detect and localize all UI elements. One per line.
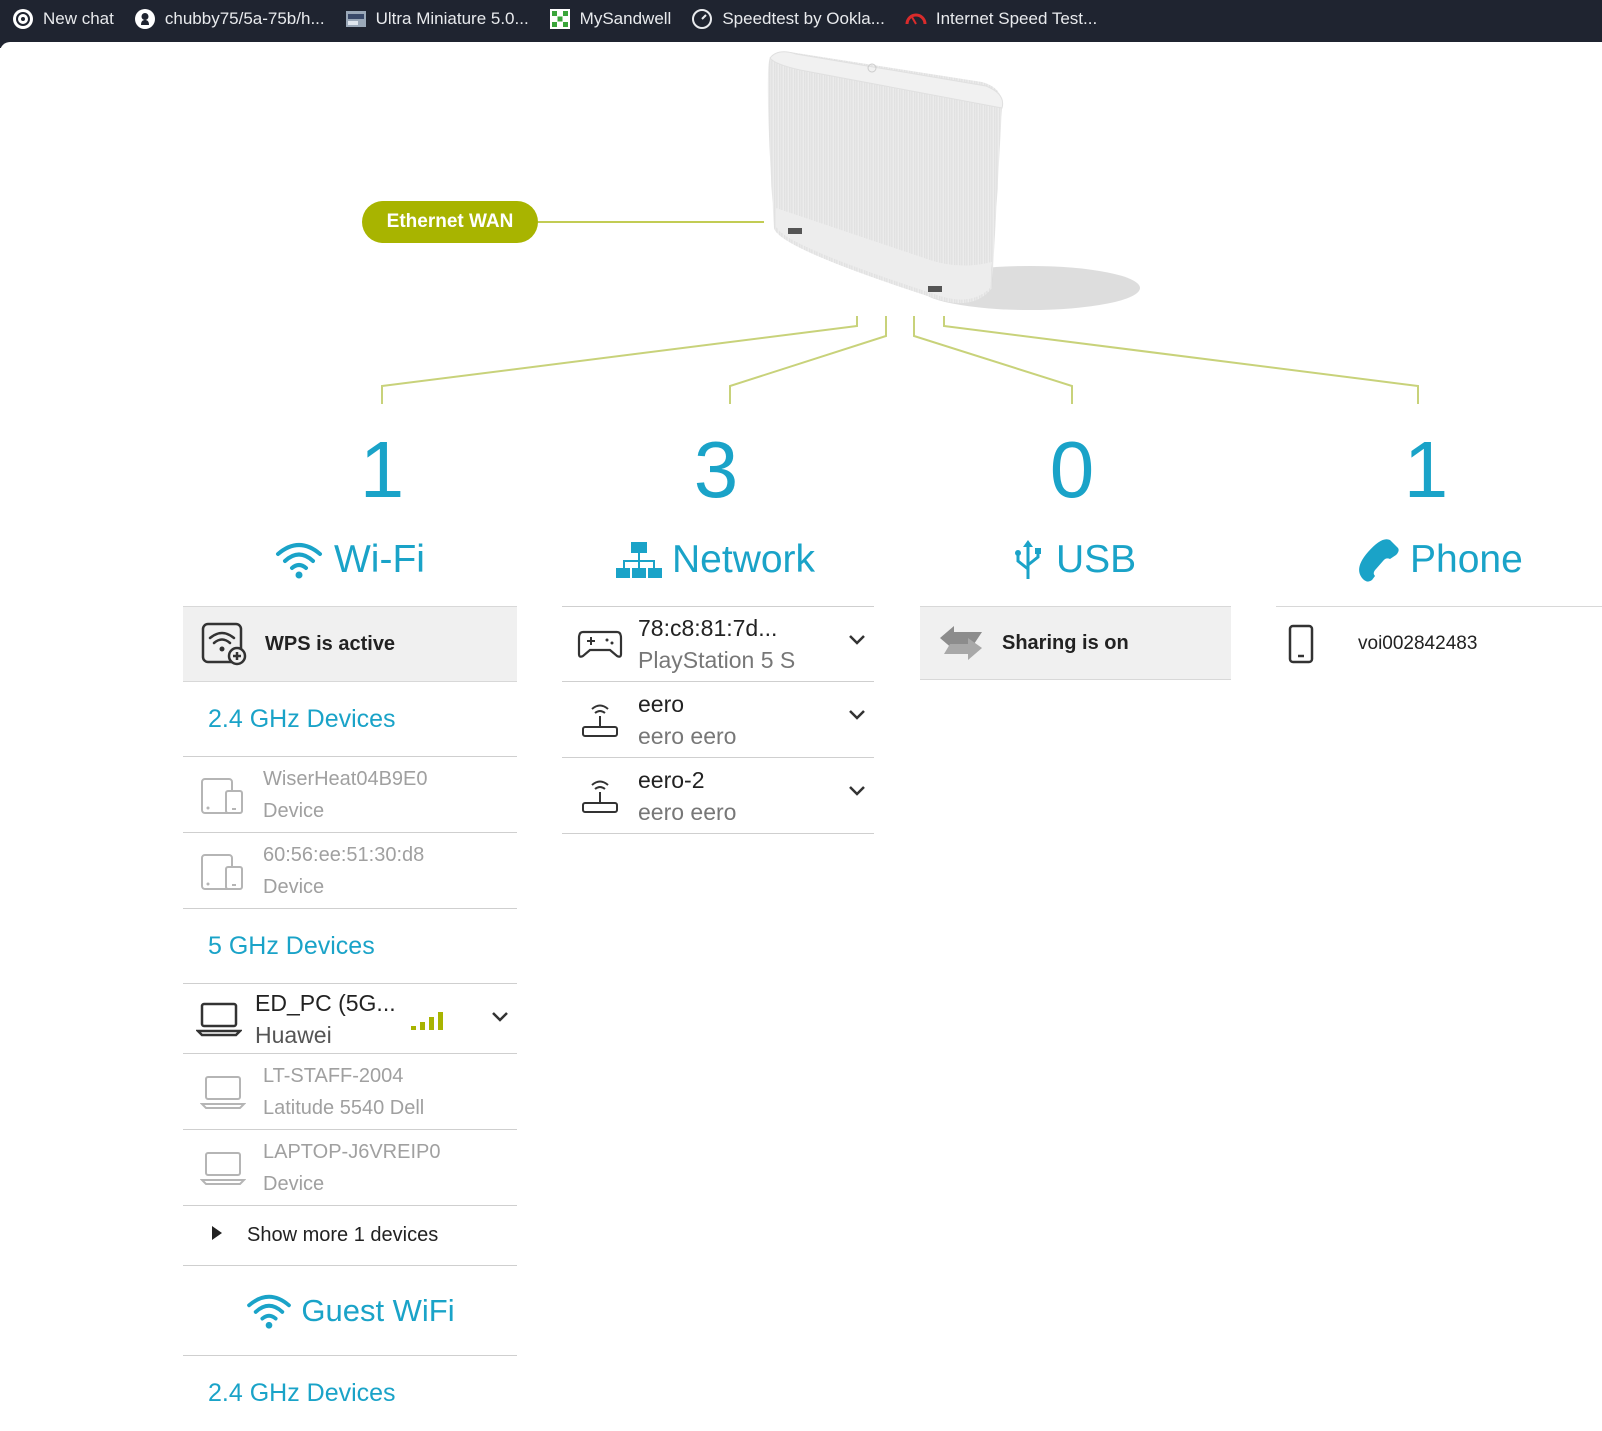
phone-icon: [1359, 539, 1399, 582]
signal-strength-icon: [411, 1010, 447, 1035]
router-icon: [562, 701, 638, 739]
device-type: eero eero: [638, 722, 737, 749]
wifi-icon: [276, 543, 322, 579]
router-image: [760, 48, 1150, 318]
bookmark-label: New chat: [43, 9, 114, 28]
guest-wifi-label: Guest WiFi: [301, 1292, 455, 1328]
wifi-icon: [247, 1294, 292, 1329]
bookmark-new-chat[interactable]: New chat: [12, 8, 114, 30]
triangle-right-icon: [211, 1224, 223, 1247]
usb-count: 0: [1049, 425, 1095, 514]
usb-column: Sharing is on: [920, 606, 1231, 680]
list-item[interactable]: voi002842483: [1276, 606, 1602, 680]
bookmark-label: MySandwell: [579, 9, 672, 28]
sharing-arrows-icon: [920, 624, 1002, 662]
openai-icon: [12, 8, 34, 30]
device-name: eero: [638, 690, 685, 717]
band-5-title: 5 GHz Devices: [183, 909, 517, 984]
usb-sharing-banner[interactable]: Sharing is on: [920, 606, 1231, 680]
device-type: Device: [263, 1172, 325, 1195]
mysandwell-icon: [549, 8, 571, 30]
list-item[interactable]: WiserHeat04B9E0 Device: [183, 757, 517, 833]
bookmark-mysandwell[interactable]: MySandwell: [549, 8, 672, 30]
network-count: 3: [693, 425, 739, 514]
device-type: PlayStation 5 S: [638, 647, 796, 673]
device-type: eero eero: [638, 798, 737, 825]
list-item[interactable]: 60:56:ee:51:30:d8 Device: [183, 833, 517, 909]
bookmark-speedtest[interactable]: Speedtest by Ookla...: [691, 8, 885, 30]
github-icon: [134, 8, 156, 30]
device-type: Latitude 5540 Dell: [263, 1096, 425, 1119]
router-icon: [562, 777, 638, 815]
phone-column: voi002842483: [1276, 606, 1602, 680]
wps-icon: [183, 622, 265, 666]
network-column: 78:c8:81:7d... PlayStation 5 S eero eero e…: [562, 606, 874, 834]
device-name: LT-STAFF-2004: [263, 1064, 404, 1087]
phone-count: 1: [1403, 425, 1449, 514]
wps-status: WPS is active: [265, 632, 396, 655]
speedtest-icon: [691, 8, 713, 30]
guest-wifi-heading[interactable]: Guest WiFi: [183, 1266, 517, 1356]
chevron-down-icon[interactable]: [848, 633, 866, 651]
list-item[interactable]: LT-STAFF-2004 Latitude 5540 Dell: [183, 1054, 517, 1130]
usb-label: USB: [1056, 538, 1137, 581]
connector-lines: [381, 316, 1419, 404]
gamepad-icon: [562, 628, 638, 660]
chevron-down-icon[interactable]: [491, 1010, 509, 1028]
bookmark-label: Internet Speed Test...: [935, 9, 1098, 28]
bookmark-ultra-miniature[interactable]: Ultra Miniature 5.0...: [345, 8, 529, 30]
wifi-column: WPS is active 2.4 GHz Devices WiserHeat0…: [183, 606, 517, 1431]
usb-heading[interactable]: USB: [1010, 535, 1136, 585]
bookmark-internet-speed-test[interactable]: Internet Speed Test...: [905, 8, 1097, 30]
list-item[interactable]: LAPTOP-J6VREIP0 Device: [183, 1130, 517, 1206]
device-type: Device: [263, 875, 325, 898]
ethernet-wan-badge: Ethernet WAN: [362, 201, 538, 243]
wps-banner[interactable]: WPS is active: [183, 606, 517, 682]
page-edge: [0, 38, 1602, 52]
network-heading[interactable]: Network: [616, 535, 815, 585]
bookmark-label: Ultra Miniature 5.0...: [375, 9, 529, 28]
guest-band-24-title: 2.4 GHz Devices: [208, 1379, 396, 1407]
speed-gauge-icon: [905, 8, 927, 30]
mobile-phone-icon: [1276, 624, 1326, 664]
usb-sharing-status: Sharing is on: [1002, 631, 1129, 654]
phone-heading[interactable]: Phone: [1356, 535, 1523, 585]
device-type: Huawei: [255, 1021, 332, 1048]
show-more-button[interactable]: Show more 1 devices: [183, 1206, 517, 1266]
site-thumbnail-icon: [345, 8, 367, 30]
devices-icon: [183, 775, 263, 815]
chevron-down-icon[interactable]: [848, 708, 866, 726]
network-icon: [616, 542, 662, 578]
device-name: WiserHeat04B9E0: [263, 767, 428, 790]
list-item[interactable]: 78:c8:81:7d... PlayStation 5 S: [562, 606, 874, 682]
wifi-count: 1: [359, 425, 405, 514]
phone-number: voi002842483: [1358, 632, 1478, 654]
device-type: Device: [263, 799, 325, 822]
usb-icon: [1015, 540, 1041, 579]
laptop-icon: [183, 1001, 255, 1037]
list-item[interactable]: ED_PC (5G... Huawei: [183, 984, 517, 1054]
laptop-icon: [183, 1074, 263, 1110]
bookmark-label: Speedtest by Ookla...: [722, 9, 885, 28]
phone-label: Phone: [1410, 538, 1523, 581]
wifi-heading[interactable]: Wi-Fi: [274, 535, 425, 585]
device-name: ED_PC (5G...: [255, 989, 396, 1016]
bookmark-label: chubby75/5a-75b/h...: [164, 9, 325, 28]
network-label: Network: [672, 538, 816, 581]
list-item[interactable]: eero-2 eero eero: [562, 758, 874, 834]
device-name: 60:56:ee:51:30:d8: [263, 843, 425, 866]
devices-icon: [183, 851, 263, 891]
device-name: eero-2: [638, 766, 705, 793]
list-item[interactable]: eero eero eero: [562, 682, 874, 758]
chevron-down-icon[interactable]: [848, 784, 866, 802]
wan-connector-line: [538, 221, 764, 223]
band-24-title: 2.4 GHz Devices: [183, 682, 517, 757]
bookmarks-bar: New chat chubby75/5a-75b/h... Ultra Mini…: [0, 0, 1602, 38]
bookmark-github[interactable]: chubby75/5a-75b/h...: [134, 8, 325, 30]
device-name: 78:c8:81:7d...: [638, 615, 778, 641]
device-name: LAPTOP-J6VREIP0: [263, 1140, 441, 1163]
show-more-label: Show more 1 devices: [247, 1224, 439, 1246]
wifi-label: Wi-Fi: [334, 538, 425, 581]
laptop-icon: [183, 1150, 263, 1186]
